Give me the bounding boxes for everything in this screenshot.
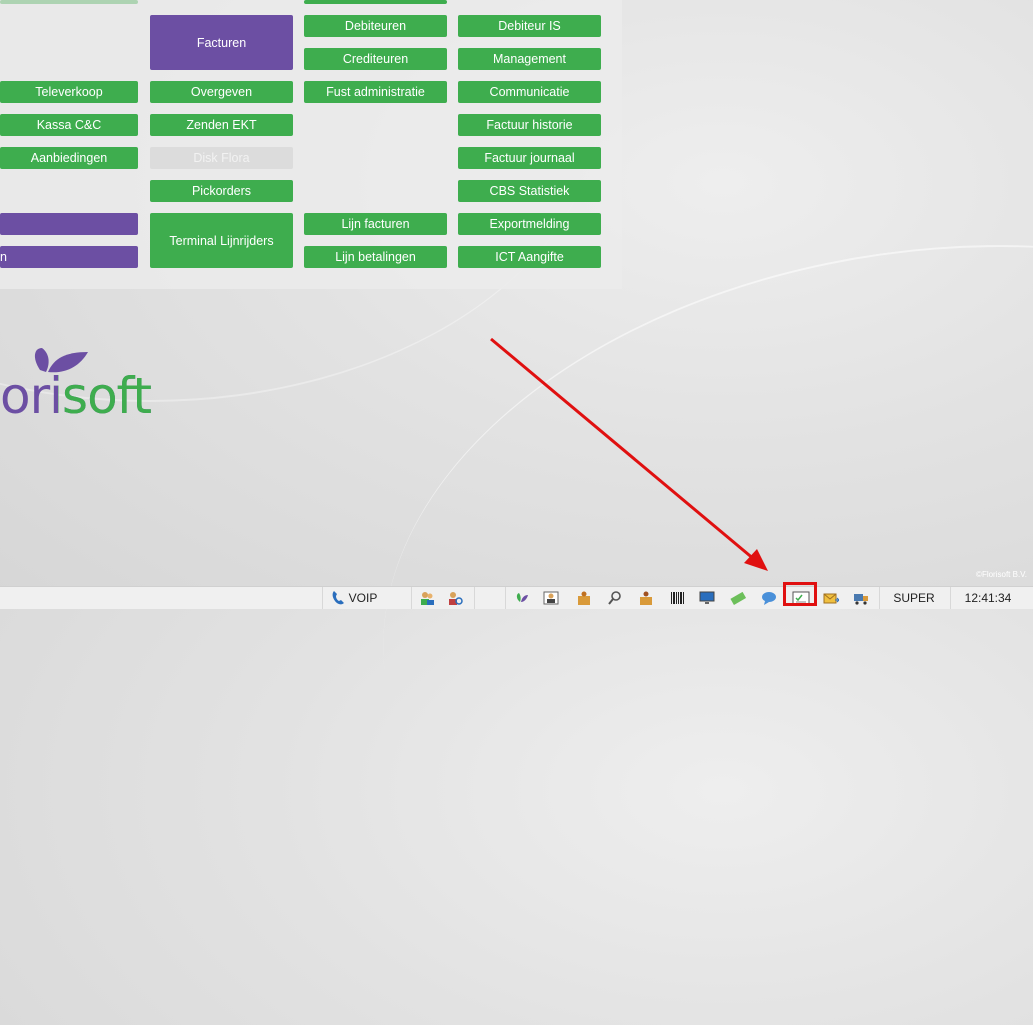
current-user-label: SUPER [893, 591, 935, 605]
clock: 12:41:34 [964, 591, 1012, 605]
status-taskbar: VOIP SUPER 12:41:34 [0, 586, 1033, 609]
voip-button[interactable]: VOIP [328, 589, 380, 607]
package-icon[interactable] [575, 589, 593, 607]
phone-icon [331, 590, 345, 606]
highlight-box [783, 582, 817, 606]
monitor-icon[interactable] [698, 589, 716, 607]
voip-label: VOIP [348, 591, 378, 605]
copyright-text: ©Florisoft B.V. [976, 570, 1027, 579]
mail-icon[interactable] [822, 589, 840, 607]
delivery-truck-icon[interactable] [852, 589, 870, 607]
warehouse-worker-icon[interactable] [637, 589, 655, 607]
florisoft-leaf-icon[interactable] [512, 589, 530, 607]
users-icon[interactable] [418, 589, 436, 607]
barcode-icon[interactable] [668, 589, 686, 607]
contact-card-icon[interactable] [542, 589, 560, 607]
money-icon[interactable] [729, 589, 747, 607]
chat-icon[interactable] [760, 589, 778, 607]
annotation-arrow [490, 337, 768, 571]
user-search-icon[interactable] [446, 589, 464, 607]
search-icon[interactable] [606, 589, 624, 607]
